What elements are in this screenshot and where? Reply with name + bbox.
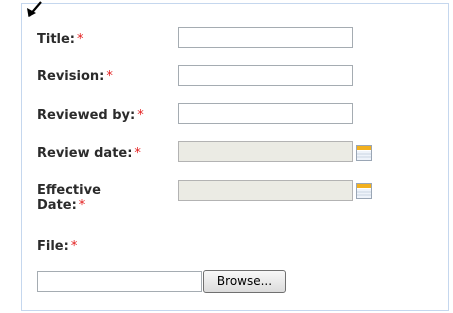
file-path-input[interactable]	[37, 271, 202, 292]
title-input[interactable]	[178, 27, 353, 48]
title-label-text: Title:	[37, 32, 76, 47]
reviewed-by-label: Reviewed by: *	[37, 108, 144, 123]
revision-label-text: Revision:	[37, 69, 105, 84]
required-marker: *	[78, 198, 86, 213]
required-marker: *	[77, 32, 84, 47]
required-marker: *	[137, 108, 144, 123]
browse-button[interactable]: Browse...	[203, 270, 286, 293]
reviewed-by-label-text: Reviewed by:	[37, 108, 136, 123]
review-date-label: Review date: *	[37, 146, 141, 161]
calendar-icon[interactable]	[356, 145, 372, 161]
file-label: File: *	[37, 239, 77, 254]
effective-date-input	[178, 180, 353, 201]
review-date-label-text: Review date:	[37, 146, 133, 161]
required-marker: *	[106, 69, 113, 84]
required-marker: *	[70, 239, 78, 254]
reviewed-by-input[interactable]	[178, 103, 353, 124]
revision-input[interactable]	[178, 65, 353, 86]
title-label: Title: *	[37, 32, 84, 47]
file-label-text: File:	[37, 239, 69, 254]
mouse-pointer-icon	[27, 1, 42, 17]
calendar-icon[interactable]	[356, 183, 372, 199]
effective-date-label-line2: Date:	[37, 198, 77, 213]
required-marker: *	[134, 146, 141, 161]
effective-date-label: Effective Date: *	[37, 183, 101, 213]
revision-label: Revision: *	[37, 69, 113, 84]
review-date-input	[178, 141, 353, 162]
effective-date-label-line1: Effective	[37, 183, 101, 198]
